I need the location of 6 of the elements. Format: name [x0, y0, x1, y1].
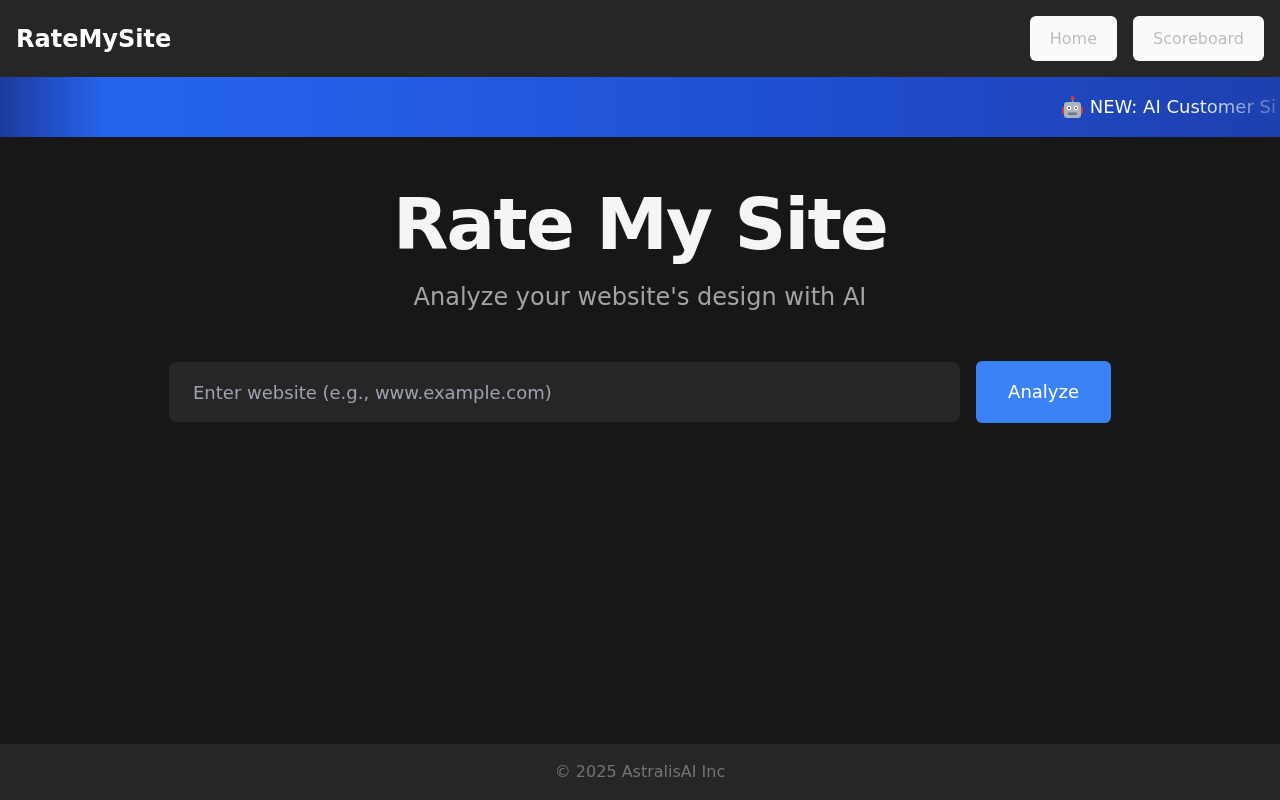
hero-subtitle: Analyze your website's design with AI	[413, 282, 867, 313]
copyright-text: © 2025 AstralisAI Inc	[554, 761, 726, 783]
site-logo[interactable]: RateMySite	[16, 22, 172, 55]
robot-icon	[1061, 96, 1083, 118]
analyze-button[interactable]: Analyze	[976, 361, 1111, 423]
website-input[interactable]: Enter website (e.g., www.example.com)	[169, 362, 961, 422]
